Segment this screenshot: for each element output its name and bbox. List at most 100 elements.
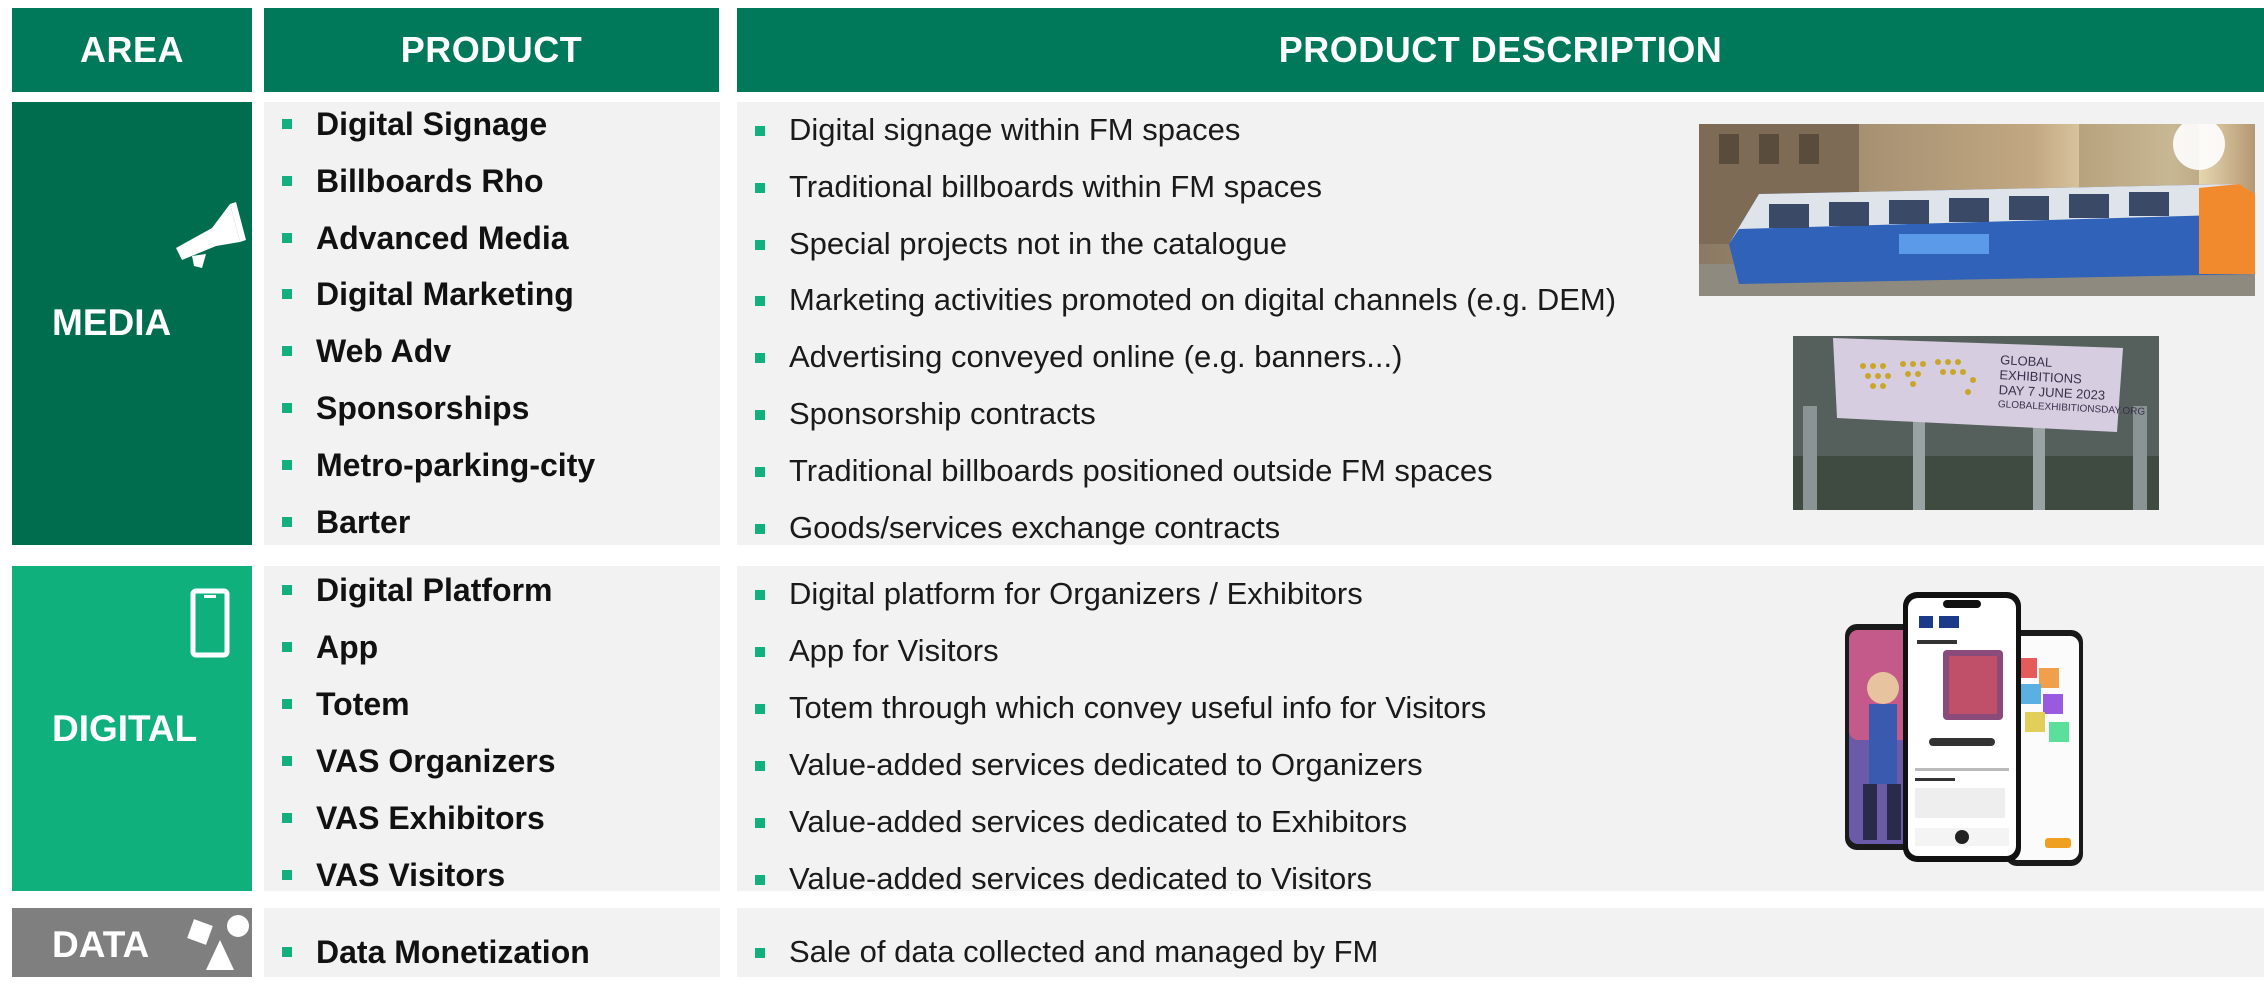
description-text: Totem through which convey useful info f… [789,690,1487,725]
bullet-icon [282,516,292,527]
app-phones-mockup [1839,588,2089,878]
bullet-icon [282,813,292,823]
smartphone-icon [190,588,230,658]
description-text: Traditional billboards positioned outsid… [789,452,1493,488]
bullet-icon [282,459,292,470]
bullet-icon [755,182,765,193]
description-text: Digital signage within FM spaces [789,112,1241,147]
product-item: Totem [264,686,720,743]
description-text: Value-added services dedicated to Exhibi… [789,804,1408,839]
billboard-photo: GLOBAL EXHIBITIONS DAY 7 JUNE 2023 GLOBA… [1793,336,2159,510]
bullet-icon [755,761,765,771]
tram-advertising-photo [1699,124,2255,296]
description-text: Goods/services exchange contracts [789,509,1281,545]
data-descriptions-panel: Sale of data collected and managed by FM [737,908,2264,977]
bullet-icon [755,239,765,250]
header-area-label: AREA [79,29,184,70]
product-name: Sponsorships [316,390,530,426]
product-item: VAS Organizers [264,743,720,800]
bullet-icon [282,232,292,243]
header-description: PRODUCT DESCRIPTION [737,8,2264,92]
area-media-label: MEDIA [52,302,172,343]
product-name: Totem [316,686,410,722]
description-text: Digital platform for Organizers / Exhibi… [789,576,1363,611]
product-item: Metro-parking-city [264,447,720,504]
product-name: Barter [316,503,411,540]
product-name: App [316,629,379,665]
description-text: App for Visitors [789,633,999,668]
product-item: Web Adv [264,333,720,390]
bullet-icon [282,642,292,652]
media-products-panel: Digital Signage Billboards Rho Advanced Me… [264,102,720,545]
product-name: VAS Organizers [316,743,556,779]
product-item: App [264,629,720,686]
bullet-icon [755,296,765,307]
bullet-icon [755,647,765,657]
product-item: Data Monetization [264,934,720,991]
product-name: Digital Signage [316,106,548,142]
data-descriptions-list: Sale of data collected and managed by FM [737,908,2264,977]
product-item: Digital Platform [264,572,720,629]
bullet-icon [755,126,765,136]
product-item: Digital Signage [264,106,720,163]
bullet-icon [755,353,765,364]
product-name: Billboards Rho [316,162,544,199]
data-products-list: Data Monetization [264,908,720,977]
bullet-icon [755,410,765,420]
description-text: Traditional billboards within FM spaces [789,168,1322,204]
bullet-icon [282,870,292,880]
area-data: DATA [12,908,252,977]
product-name: Web Adv [316,333,452,370]
shapes-icon [187,915,249,970]
digital-products-panel: Digital Platform App Totem VAS Organizers VA… [264,566,720,893]
description-text: Sponsorship contracts [789,396,1096,431]
bullet-icon [282,947,292,957]
bullet-icon [282,175,292,186]
product-name: Digital Marketing [316,276,574,313]
description-text: Value-added services dedicated to Visito… [789,861,1373,896]
product-name: VAS Visitors [316,857,506,893]
product-item: Digital Marketing [264,276,720,333]
header-product: PRODUCT [264,8,719,92]
product-item: VAS Exhibitors [264,800,720,857]
product-item: Billboards Rho [264,163,720,220]
description-text: Advertising conveyed online (e.g. banner… [789,339,1403,375]
bullet-icon [282,756,292,766]
header-area: AREA [12,8,252,92]
bullet-icon [755,818,765,828]
product-name: Digital Platform [316,572,553,608]
bullet-icon [755,875,765,885]
bullet-icon [755,948,765,958]
description-text: Sale of data collected and managed by FM [789,934,1379,969]
media-products-list: Digital Signage Billboards Rho Advanced Me… [264,102,720,545]
description-text: Marketing activities promoted on digital… [789,282,1617,318]
bullet-icon [282,289,292,300]
header-description-label: PRODUCT DESCRIPTION [1278,29,1723,70]
product-item: VAS Visitors [264,857,720,914]
bullet-icon [282,119,292,129]
megaphone-icon [176,202,246,268]
bullet-icon [755,523,765,534]
bullet-icon [755,704,765,714]
area-data-label: DATA [52,924,150,965]
product-name: Metro-parking-city [316,446,596,483]
area-digital-label: DIGITAL [52,708,198,749]
digital-products-list: Digital Platform App Totem VAS Organizers VA… [264,566,720,893]
product-name: VAS Exhibitors [316,800,545,836]
area-digital: DIGITAL [12,566,252,891]
description-text: Special projects not in the catalogue [789,225,1288,261]
product-item: Sponsorships [264,390,720,447]
digital-descriptions-panel: Digital platform for Organizers / Exhibi… [737,566,2264,896]
bullet-icon [282,346,292,357]
product-item: Barter [264,504,720,561]
product-name: Advanced Media [316,219,569,256]
product-name: Data Monetization [316,934,590,970]
media-descriptions-panel: Digital signage within FM spaces Traditio… [737,102,2264,545]
description-text: Value-added services dedicated to Organi… [789,747,1423,782]
header-product-label: PRODUCT [400,29,583,70]
bullet-icon [755,466,765,477]
bullet-icon [282,699,292,709]
bullet-icon [755,590,765,600]
description-item: Sale of data collected and managed by FM [737,934,2264,991]
data-products-panel: Data Monetization [264,908,720,977]
